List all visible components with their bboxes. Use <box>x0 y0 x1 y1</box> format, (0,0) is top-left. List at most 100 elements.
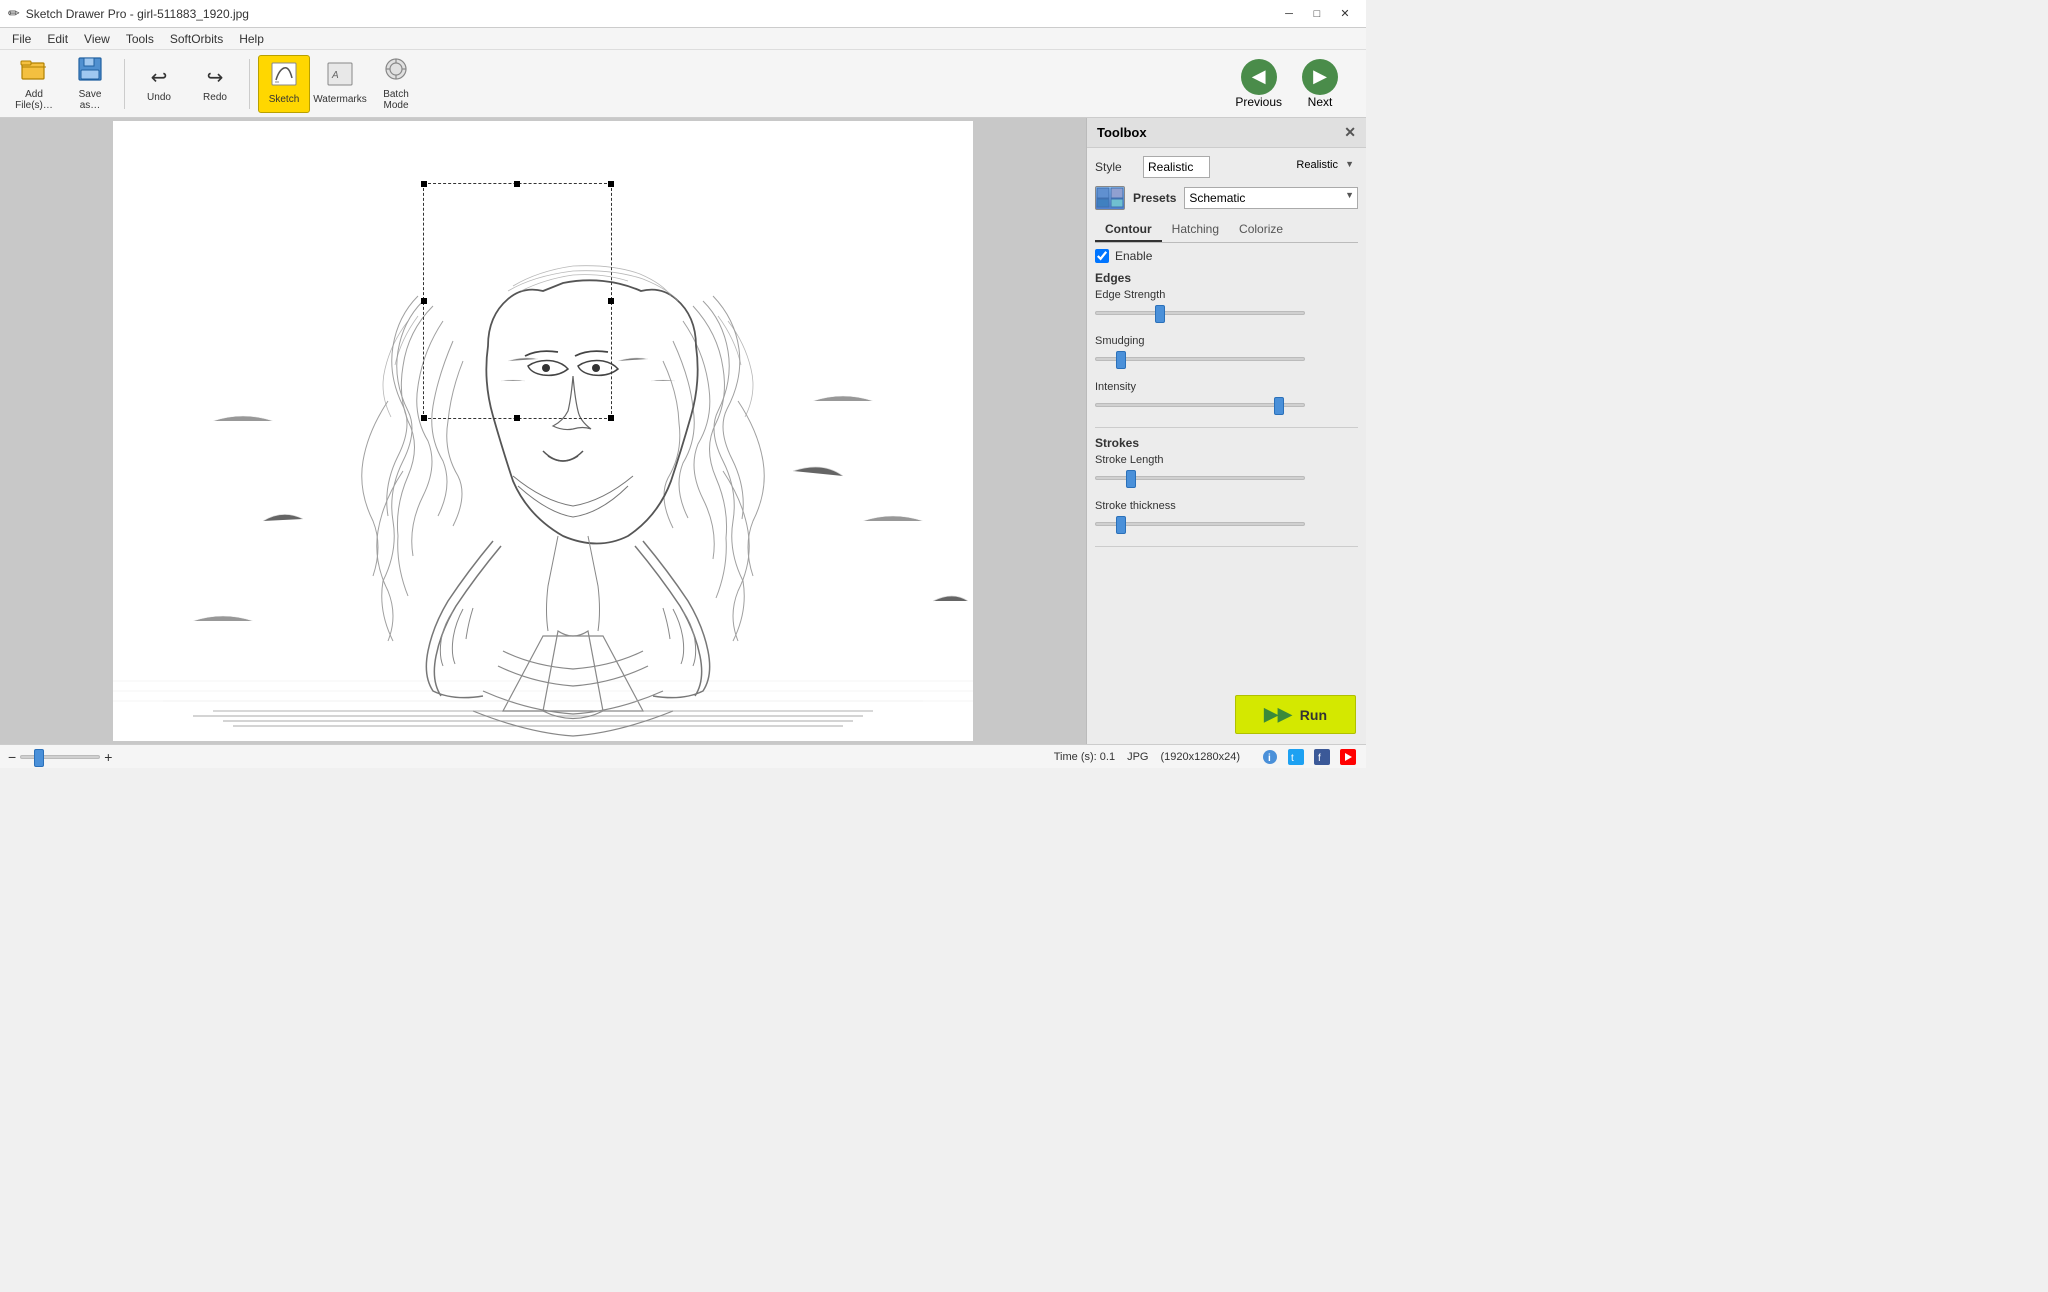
toolbar-separator-1 <box>124 59 125 109</box>
status-social-icons: i t f <box>1260 748 1358 766</box>
style-value: Realistic <box>1296 159 1338 171</box>
menu-edit[interactable]: Edit <box>39 30 76 48</box>
zoom-plus-button[interactable]: + <box>104 749 112 765</box>
next-button[interactable]: ▶ Next <box>1294 55 1346 113</box>
watermarks-button[interactable]: A Watermarks <box>314 55 366 113</box>
svg-text:f: f <box>1318 753 1321 764</box>
previous-label: Previous <box>1235 95 1282 109</box>
minimize-button[interactable]: ─ <box>1276 3 1302 25</box>
previous-button[interactable]: ◀ Previous <box>1227 55 1290 113</box>
run-button-container: ▶▶ Run <box>1087 685 1366 744</box>
edge-strength-label: Edge Strength <box>1095 289 1358 301</box>
presets-label: Presets <box>1133 191 1176 205</box>
menu-softorbits[interactable]: SoftOrbits <box>162 30 231 48</box>
tab-hatching[interactable]: Hatching <box>1162 218 1229 242</box>
youtube-button[interactable] <box>1338 748 1358 766</box>
toolbox-close-button[interactable]: ✕ <box>1344 124 1356 141</box>
handle-br[interactable] <box>608 415 614 421</box>
handle-tl[interactable] <box>421 181 427 187</box>
toolbar-separator-2 <box>249 59 250 109</box>
toolbox-title: Toolbox <box>1097 125 1147 140</box>
batch-mode-icon <box>383 57 409 87</box>
undo-button[interactable]: ↩ Undo <box>133 55 185 113</box>
run-button[interactable]: ▶▶ Run <box>1235 695 1356 734</box>
facebook-button[interactable]: f <box>1312 748 1332 766</box>
menu-tools[interactable]: Tools <box>118 30 162 48</box>
canvas-area[interactable] <box>0 118 1086 744</box>
toolbox-body: Style Realistic Schematic Comic Artistic… <box>1087 148 1366 685</box>
previous-circle: ◀ <box>1241 59 1277 95</box>
sketch-button[interactable]: Sketch <box>258 55 310 113</box>
svg-text:i: i <box>1268 753 1271 764</box>
window-title: Sketch Drawer Pro - girl-511883_1920.jpg <box>26 7 1276 21</box>
tab-contour[interactable]: Contour <box>1095 218 1162 242</box>
info-button[interactable]: i <box>1260 748 1280 766</box>
tab-colorize[interactable]: Colorize <box>1229 218 1293 242</box>
menu-file[interactable]: File <box>4 30 39 48</box>
enable-label: Enable <box>1115 249 1152 263</box>
format-label: JPG <box>1127 751 1148 763</box>
close-button[interactable]: ✕ <box>1332 3 1358 25</box>
handle-mr[interactable] <box>608 298 614 304</box>
redo-icon: ↪ <box>207 65 224 90</box>
handle-ml[interactable] <box>421 298 427 304</box>
smudging-slider[interactable] <box>1095 350 1305 368</box>
enable-checkbox[interactable] <box>1095 249 1109 263</box>
style-row: Style Realistic Schematic Comic Artistic… <box>1095 156 1358 178</box>
stroke-length-label: Stroke Length <box>1095 454 1358 466</box>
next-label: Next <box>1308 95 1333 109</box>
save-as-button[interactable]: Saveas… <box>64 55 116 113</box>
navigation-buttons: ◀ Previous ▶ Next <box>1227 55 1346 113</box>
next-circle: ▶ <box>1302 59 1338 95</box>
maximize-button[interactable]: □ <box>1304 3 1330 25</box>
stroke-thickness-row: Stroke thickness <box>1095 500 1358 536</box>
menu-bar: File Edit View Tools SoftOrbits Help <box>0 28 1366 50</box>
window-controls: ─ □ ✕ <box>1276 3 1358 25</box>
time-label: Time (s): 0.1 <box>1054 751 1115 763</box>
stroke-length-row: Stroke Length <box>1095 454 1358 490</box>
edge-strength-slider[interactable] <box>1095 304 1305 322</box>
presets-select[interactable]: Schematic Light Heavy Pencil <box>1184 187 1358 209</box>
tabs-row: Contour Hatching Colorize <box>1095 218 1358 243</box>
handle-tr[interactable] <box>608 181 614 187</box>
app-icon: ✏ <box>8 5 20 22</box>
undo-icon: ↩ <box>151 65 168 90</box>
stroke-thickness-slider[interactable] <box>1095 515 1305 533</box>
sketch-icon <box>271 62 297 92</box>
zoom-controls: − + <box>8 749 112 765</box>
intensity-slider[interactable] <box>1095 396 1305 414</box>
presets-row: Presets Schematic Light Heavy Pencil <box>1095 186 1358 210</box>
handle-bc[interactable] <box>514 415 520 421</box>
menu-view[interactable]: View <box>76 30 118 48</box>
zoom-slider[interactable] <box>20 750 100 764</box>
svg-text:A: A <box>331 70 339 81</box>
zoom-minus-button[interactable]: − <box>8 749 16 765</box>
twitter-button[interactable]: t <box>1286 748 1306 766</box>
redo-label: Redo <box>203 92 227 103</box>
watermarks-icon: A <box>327 62 353 92</box>
status-bar: − + Time (s): 0.1 JPG (1920x1280x24) i t… <box>0 744 1366 768</box>
run-icon: ▶▶ <box>1264 704 1292 725</box>
run-label: Run <box>1300 707 1327 723</box>
handle-bl[interactable] <box>421 415 427 421</box>
stroke-length-slider[interactable] <box>1095 469 1305 487</box>
redo-button[interactable]: ↪ Redo <box>189 55 241 113</box>
save-icon <box>77 57 103 87</box>
enable-row: Enable <box>1095 249 1358 263</box>
style-select[interactable]: Realistic Schematic Comic Artistic <box>1143 156 1210 178</box>
handle-tc[interactable] <box>514 181 520 187</box>
watermarks-label: Watermarks <box>313 94 367 105</box>
toolbox-panel: Toolbox ✕ Style Realistic Schematic Comi… <box>1086 118 1366 744</box>
divider-1 <box>1095 427 1358 428</box>
add-files-button[interactable]: AddFile(s)… <box>8 55 60 113</box>
smudging-label: Smudging <box>1095 335 1358 347</box>
batch-mode-button[interactable]: BatchMode <box>370 55 422 113</box>
selection-box[interactable] <box>423 183 612 419</box>
presets-select-wrapper: Schematic Light Heavy Pencil <box>1184 187 1358 209</box>
sketch-canvas[interactable] <box>113 121 973 741</box>
smudging-row: Smudging <box>1095 335 1358 371</box>
add-files-icon <box>20 57 48 87</box>
edge-strength-row: Edge Strength <box>1095 289 1358 325</box>
style-label: Style <box>1095 160 1135 174</box>
menu-help[interactable]: Help <box>231 30 272 48</box>
